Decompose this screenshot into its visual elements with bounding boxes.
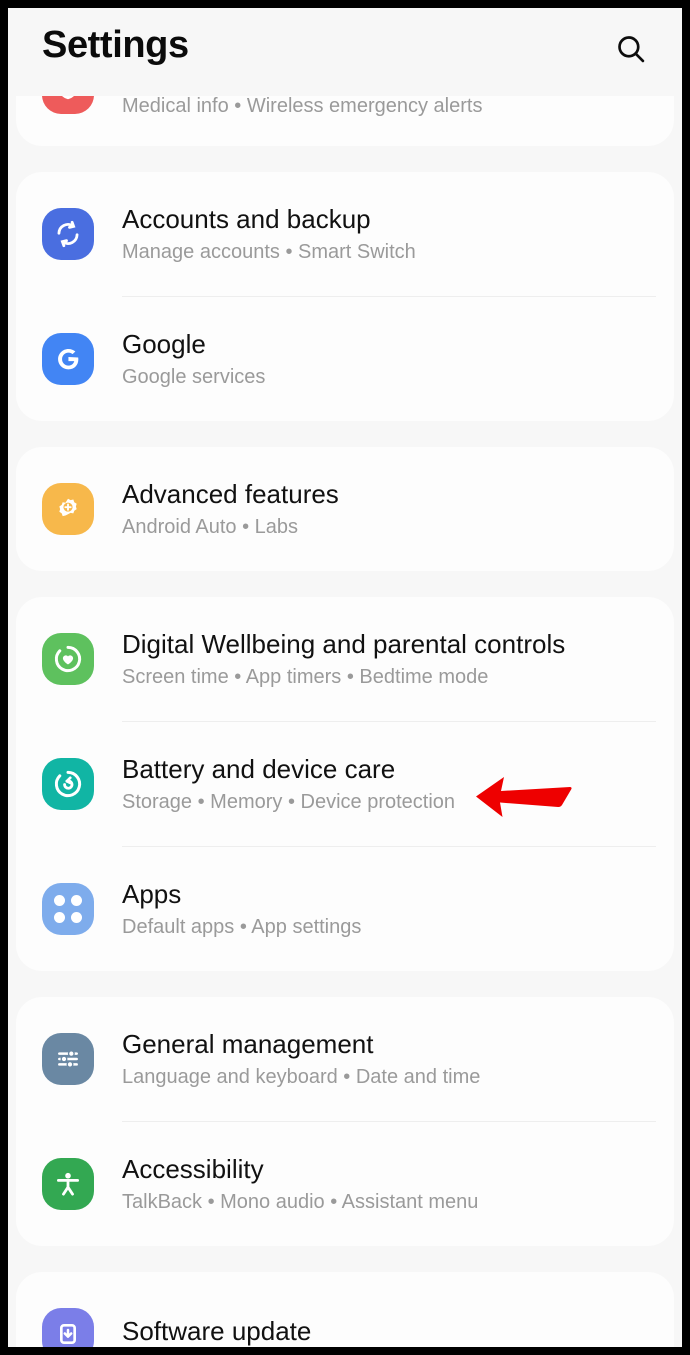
list-item-apps[interactable]: Apps Default apps • App settings xyxy=(16,847,674,971)
list-item-subtitle: Storage • Memory • Device protection xyxy=(122,790,456,813)
list-item-title: Software update xyxy=(122,1316,312,1347)
list-item-software-update[interactable]: Software update xyxy=(16,1272,674,1347)
list-item-title: Battery and device care xyxy=(122,754,396,785)
search-icon[interactable] xyxy=(608,26,654,72)
page-title: Settings xyxy=(42,24,189,66)
safety-glyph xyxy=(62,96,74,100)
safety-emergency-icon xyxy=(42,96,94,114)
list-item-title: Digital Wellbeing and parental controls xyxy=(122,629,566,660)
settings-card-wellbeing: Digital Wellbeing and parental controls … xyxy=(16,597,674,971)
list-item-title: Advanced features xyxy=(122,479,339,510)
sliders-glyph xyxy=(58,1050,78,1068)
list-item-subtitle: Medical info • Wireless emergency alerts xyxy=(122,96,483,117)
settings-card-general: General management Language and keyboard… xyxy=(16,997,674,1246)
list-item-general-management[interactable]: General management Language and keyboard… xyxy=(16,997,674,1121)
list-item[interactable]: Safety and emergency Medical info • Wire… xyxy=(16,96,674,118)
gear-plus-glyph xyxy=(59,498,77,517)
accessibility-person-icon xyxy=(42,1158,94,1210)
accessibility-glyph xyxy=(57,1172,79,1196)
software-update-icon xyxy=(42,1308,94,1347)
list-item-title: General management xyxy=(122,1029,374,1060)
clipped-row-viewport: Safety and emergency Medical info • Wire… xyxy=(16,96,674,146)
list-item-accessibility[interactable]: Accessibility TalkBack • Mono audio • As… xyxy=(16,1122,674,1246)
list-item-title: Apps xyxy=(122,879,182,910)
software-update-glyph xyxy=(60,1324,76,1344)
device-care-glyph xyxy=(54,770,82,798)
gear-plus-icon xyxy=(42,483,94,535)
settings-screen: Settings Medical info • Wireless emergen… xyxy=(8,8,682,1347)
list-item-subtitle: Screen time • App timers • Bedtime mode xyxy=(122,665,489,688)
list-item-subtitle: TalkBack • Mono audio • Assistant menu xyxy=(122,1190,479,1213)
list-item-subtitle: Manage accounts • Smart Switch xyxy=(122,240,416,263)
search-glyph xyxy=(618,36,645,63)
list-item-accounts-and-backup[interactable]: Accounts and backup Manage accounts • Sm… xyxy=(16,172,674,296)
device-care-ring-icon xyxy=(42,758,94,810)
list-item-subtitle: Language and keyboard • Date and time xyxy=(122,1065,481,1088)
settings-card-advanced: Advanced features Android Auto • Labs xyxy=(16,447,674,571)
settings-list[interactable]: Safety and emergency Medical info • Wire… xyxy=(8,96,682,1347)
apps-grid-icon xyxy=(42,883,94,935)
google-g-icon xyxy=(42,333,94,385)
list-item-digital-wellbeing[interactable]: Digital Wellbeing and parental controls … xyxy=(16,597,674,721)
heart-ring-glyph xyxy=(54,645,82,673)
list-item-subtitle: Default apps • App settings xyxy=(122,915,362,938)
heart-ring-icon xyxy=(42,633,94,685)
sliders-icon xyxy=(42,1033,94,1085)
settings-card-safety: Safety and emergency Medical info • Wire… xyxy=(16,96,674,146)
list-item-battery-and-device-care[interactable]: Battery and device care Storage • Memory… xyxy=(16,722,674,846)
list-item-subtitle: Google services xyxy=(122,365,266,388)
apps-grid-glyph xyxy=(54,895,82,923)
list-item-title: Accessibility xyxy=(122,1154,264,1185)
app-header: Settings xyxy=(8,8,682,96)
google-g-glyph xyxy=(58,348,79,370)
list-item-title: Google xyxy=(122,329,206,360)
list-item-subtitle: Android Auto • Labs xyxy=(122,515,299,538)
list-item-google[interactable]: Google Google services xyxy=(16,297,674,421)
sync-glyph xyxy=(57,220,79,248)
settings-card-software: Software update xyxy=(16,1272,674,1347)
list-item-advanced-features[interactable]: Advanced features Android Auto • Labs xyxy=(16,447,674,571)
list-item-title: Accounts and backup xyxy=(122,204,371,235)
sync-icon xyxy=(42,208,94,260)
settings-card-accounts: Accounts and backup Manage accounts • Sm… xyxy=(16,172,674,421)
